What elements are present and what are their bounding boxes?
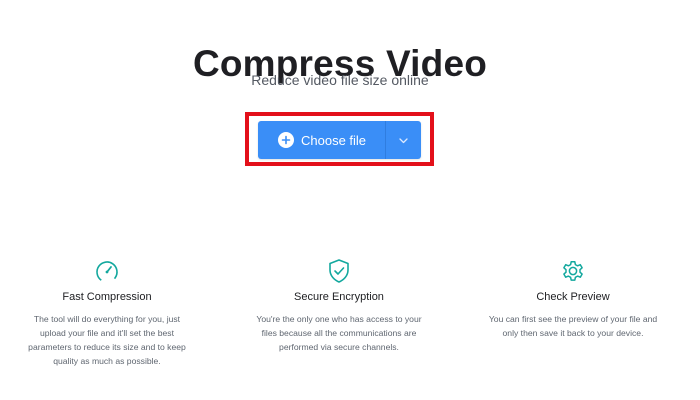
feature-title: Secure Encryption — [294, 291, 384, 303]
feature-description: You're the only one who has access to yo… — [256, 314, 422, 352]
choose-file-label: Choose file — [301, 132, 367, 148]
plus-circle-icon — [278, 132, 294, 148]
shield-check-icon — [254, 258, 424, 284]
feature-description: You can first see the preview of your fi… — [488, 314, 658, 338]
upload-source-dropdown[interactable] — [386, 121, 421, 159]
gear-icon — [488, 258, 658, 284]
choose-file-button[interactable]: Choose file — [258, 121, 385, 159]
feature-title: Check Preview — [536, 291, 610, 303]
feature-list: Fast Compression The tool will do everyt… — [22, 258, 662, 398]
speedometer-icon — [22, 258, 192, 284]
feature-item: Fast Compression The tool will do everyt… — [22, 258, 192, 368]
feature-item: Check Preview You can first see the prev… — [488, 258, 658, 340]
page: Compress Video Reduce video file size on… — [0, 0, 700, 400]
feature-item: Secure Encryption You're the only one wh… — [254, 258, 424, 354]
page-subtitle: Reduce video file size online — [251, 72, 429, 88]
choose-file-group: Choose file — [258, 121, 421, 159]
chevron-down-icon — [399, 131, 408, 149]
feature-description: The tool will do everything for you, jus… — [28, 314, 186, 366]
feature-title: Fast Compression — [62, 291, 152, 303]
